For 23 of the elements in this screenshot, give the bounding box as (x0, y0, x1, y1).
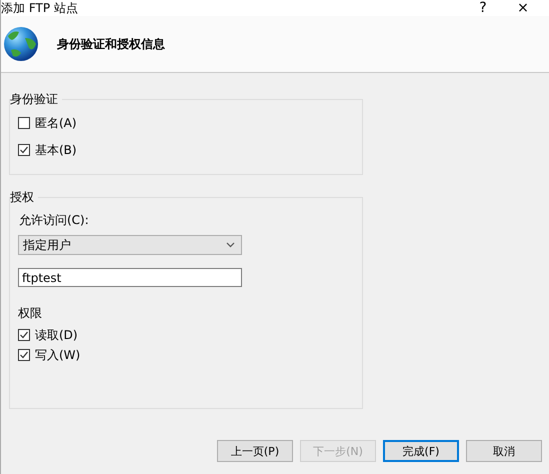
help-button[interactable]: ? (463, 0, 503, 16)
dialog-button[interactable]: 完成(F) (383, 440, 459, 462)
checkbox[interactable] (18, 117, 30, 129)
checkbox-label: 匿名(A) (35, 114, 77, 132)
section-label: 权限 (18, 305, 43, 322)
window-title: 添加 FTP 站点 (1, 0, 79, 16)
access-dropdown[interactable]: 指定用户 (18, 235, 242, 255)
checkbox[interactable] (18, 329, 30, 341)
close-button[interactable]: × (503, 0, 543, 16)
dialog-button[interactable]: 上一页(P) (217, 440, 293, 462)
checkbox-label: 写入(W) (35, 346, 80, 364)
user-field[interactable]: ftptest (18, 268, 242, 287)
globe-icon (3, 26, 39, 62)
checkbox-label: 基本(B) (35, 142, 77, 158)
checkbox[interactable] (18, 349, 30, 361)
dialog-button[interactable]: 取消 (466, 440, 542, 462)
group-title: 授权 (10, 190, 38, 204)
chevron-down-icon (226, 242, 235, 248)
field-label: 允许访问(C): (18, 212, 90, 229)
checkbox[interactable] (18, 144, 30, 156)
group-title: 身份验证 (10, 92, 62, 106)
checkbox-label: 读取(D) (35, 326, 78, 344)
page-heading: 身份验证和授权信息 (57, 36, 165, 52)
